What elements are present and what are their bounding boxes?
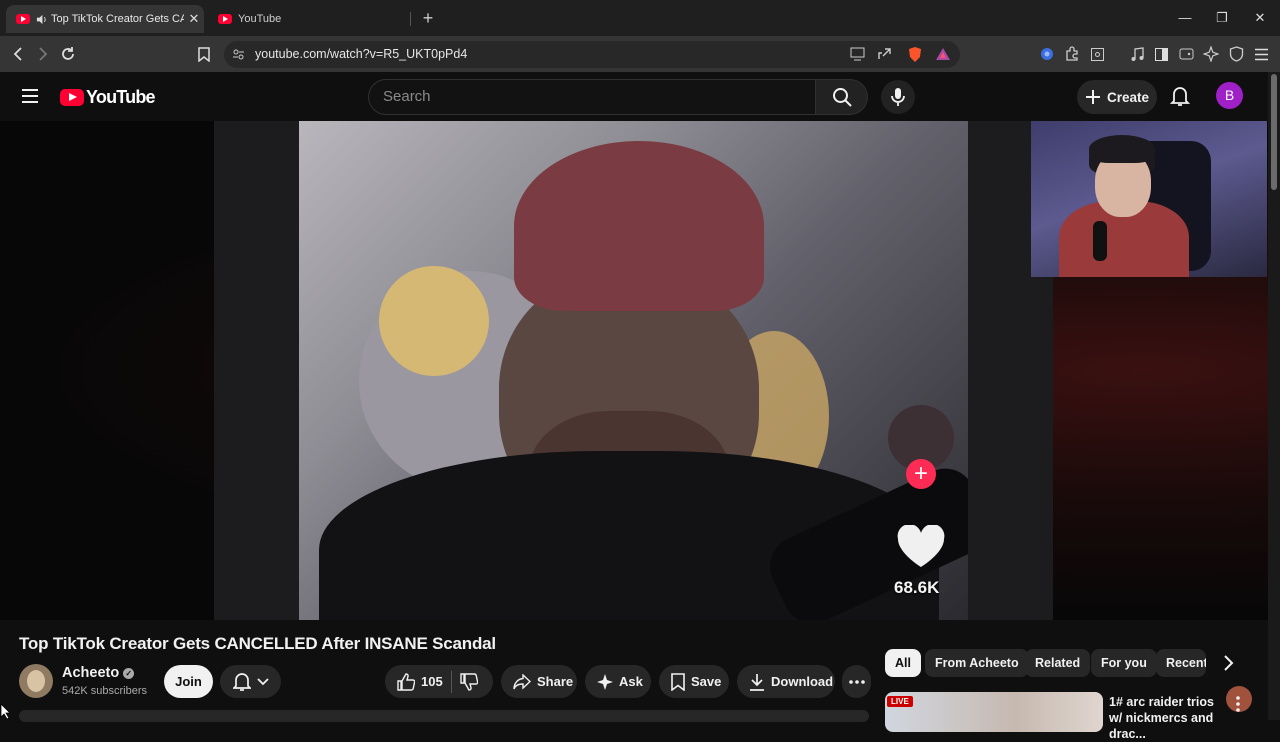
ask-label: Ask — [619, 674, 643, 689]
site-settings-icon[interactable] — [232, 48, 245, 61]
live-badge: LIVE — [887, 696, 913, 707]
tab-youtube[interactable]: YouTube — [208, 5, 408, 33]
wallet-icon[interactable] — [1176, 44, 1196, 64]
minimize-icon[interactable]: — — [1175, 8, 1195, 28]
address-bar[interactable]: youtube.com/watch?v=R5_UKT0pPd4 — [224, 41, 960, 68]
more-horizontal-icon — [848, 679, 865, 684]
like-divider — [450, 670, 452, 693]
brave-rewards-icon[interactable] — [935, 46, 951, 62]
youtube-favicon-icon — [16, 14, 30, 24]
subscription-bell-button[interactable] — [220, 665, 281, 698]
vpn-icon[interactable] — [1037, 44, 1057, 64]
cast-icon[interactable] — [850, 47, 865, 61]
bell-icon — [232, 672, 251, 692]
save-button[interactable]: Save — [659, 665, 729, 698]
tiktok-follow-plus-icon: + — [906, 459, 936, 489]
chip-from-channel[interactable]: From Acheeto — [925, 649, 1029, 677]
new-tab-icon[interactable]: + — [418, 8, 438, 28]
channel-name-row[interactable]: Acheeto ✓ — [62, 665, 135, 681]
tiktok-clip: + 68.6K — [299, 121, 968, 620]
account-avatar[interactable]: B — [1216, 82, 1243, 109]
recommendation-thumbnail[interactable] — [885, 692, 1103, 732]
share-label: Share — [537, 674, 574, 689]
subscriber-count: 542K subscribers — [62, 685, 147, 697]
chevron-right-icon[interactable] — [1218, 652, 1238, 674]
streamer-webcam — [1031, 121, 1267, 277]
search-button[interactable] — [816, 79, 868, 115]
media-icon[interactable] — [1127, 44, 1147, 64]
maximize-icon[interactable]: ❐ — [1212, 8, 1232, 28]
extensions-icon[interactable] — [1062, 44, 1082, 64]
bookmark-icon[interactable] — [194, 44, 214, 64]
search-box[interactable] — [368, 79, 816, 115]
brave-shield-icon[interactable] — [907, 46, 923, 63]
download-icon — [749, 673, 765, 691]
create-label: Create — [1106, 89, 1150, 105]
scrollbar-thumb[interactable] — [1271, 74, 1277, 190]
logo-text: YouTube — [86, 87, 156, 107]
youtube-play-icon — [60, 89, 84, 106]
more-actions-button[interactable] — [842, 665, 871, 698]
microphone-icon — [891, 87, 905, 107]
reload-icon[interactable] — [58, 44, 78, 64]
tiktok-like-count: 68.6K — [894, 578, 940, 597]
search-icon — [832, 87, 852, 107]
plus-icon — [1085, 89, 1101, 105]
close-window-icon[interactable]: ✕ — [1250, 8, 1270, 28]
create-button[interactable]: Create — [1077, 80, 1157, 114]
download-button[interactable]: Download — [737, 665, 835, 698]
join-button[interactable]: Join — [164, 665, 213, 698]
mouse-cursor-icon — [0, 703, 10, 719]
forward-icon[interactable] — [33, 44, 53, 64]
save-bookmark-icon — [671, 672, 685, 691]
chip-all[interactable]: All — [885, 649, 921, 677]
dislike-button[interactable] — [460, 672, 478, 691]
more-vertical-icon[interactable] — [1236, 696, 1240, 712]
tab-divider — [410, 12, 411, 26]
browser-tab-bar: Top TikTok Creator Gets CANCELLED After … — [0, 0, 1280, 36]
vpn-shield-icon[interactable] — [1226, 44, 1246, 64]
tab-title: Top TikTok Creator Gets CANCELLED After … — [51, 13, 184, 25]
chevron-down-icon — [256, 677, 269, 686]
speaker-icon — [36, 14, 47, 25]
notifications-bell-icon[interactable] — [1170, 85, 1190, 107]
ask-button[interactable]: Ask — [585, 665, 651, 698]
browser-toolbar: youtube.com/watch?v=R5_UKT0pPd4 — [0, 36, 1280, 72]
back-icon[interactable] — [8, 44, 28, 64]
tab-active[interactable]: Top TikTok Creator Gets CANCELLED After … — [6, 5, 204, 33]
search-input[interactable] — [383, 88, 783, 105]
description-box[interactable] — [19, 710, 869, 722]
chip-recent[interactable]: Recent — [1156, 649, 1206, 677]
close-tab-icon[interactable]: ✕ — [184, 11, 204, 27]
share-page-icon[interactable] — [877, 47, 892, 61]
channel-avatar[interactable] — [19, 664, 53, 698]
guide-menu-icon[interactable] — [21, 88, 39, 104]
voice-search-button[interactable] — [881, 80, 915, 114]
video-title: Top TikTok Creator Gets CANCELLED After … — [19, 634, 496, 653]
recommendation-title[interactable]: 1# arc raider trios w/ nickmercs and dra… — [1109, 694, 1229, 742]
verified-check-icon: ✓ — [123, 667, 135, 679]
youtube-header: YouTube Create B — [0, 72, 1268, 121]
share-button[interactable]: Share — [501, 665, 577, 698]
tab-title: YouTube — [238, 13, 282, 25]
leo-ai-icon[interactable] — [1201, 44, 1221, 64]
chip-related[interactable]: Related — [1025, 649, 1091, 677]
menu-icon[interactable] — [1251, 44, 1271, 64]
url-text: youtube.com/watch?v=R5_UKT0pPd4 — [255, 47, 468, 61]
chip-for-you[interactable]: For you — [1091, 649, 1157, 677]
sparkle-icon — [597, 673, 613, 690]
reader-mode-icon[interactable] — [1087, 44, 1107, 64]
like-count: 105 — [421, 674, 443, 689]
save-label: Save — [691, 674, 722, 689]
heart-icon — [896, 525, 946, 569]
youtube-logo[interactable]: YouTube — [60, 87, 156, 108]
download-label: Download — [771, 674, 834, 689]
like-dislike-group: 105 — [385, 665, 493, 698]
like-button[interactable] — [397, 672, 415, 691]
channel-name[interactable]: Acheeto — [62, 665, 119, 681]
sidebar-toggle-icon[interactable] — [1151, 44, 1171, 64]
youtube-favicon-icon — [218, 14, 232, 24]
share-icon — [513, 673, 531, 690]
video-player[interactable]: + 68.6K — [0, 121, 1268, 712]
